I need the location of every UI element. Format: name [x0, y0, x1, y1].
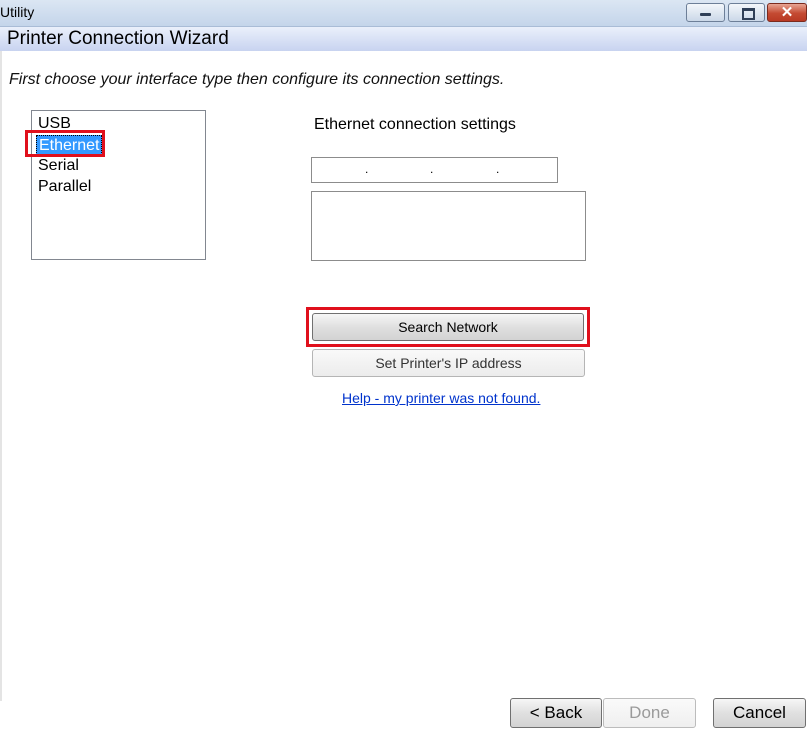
ip-separator: . — [430, 162, 434, 176]
help-link[interactable]: Help - my printer was not found. — [342, 390, 540, 406]
cancel-button[interactable]: Cancel — [713, 698, 806, 728]
minimize-button[interactable] — [686, 3, 725, 22]
interface-item-serial[interactable]: Serial — [36, 156, 81, 176]
ip-separator: . — [496, 162, 500, 176]
wizard-header: Printer Connection Wizard — [0, 27, 807, 51]
search-highlight-box — [306, 307, 590, 347]
maximize-button[interactable] — [728, 3, 765, 22]
instruction-text: First choose your interface type then co… — [9, 71, 505, 88]
title-bar: Utility ✕ — [0, 0, 807, 27]
done-button[interactable]: Done — [603, 698, 696, 728]
ip-separator: . — [365, 162, 369, 176]
set-ip-address-button[interactable]: Set Printer's IP address — [312, 349, 585, 377]
maximize-icon — [742, 8, 755, 20]
ethernet-settings-label: Ethernet connection settings — [314, 116, 516, 133]
back-button[interactable]: < Back — [510, 698, 602, 728]
left-divider — [0, 51, 2, 701]
printer-info-box[interactable] — [311, 191, 586, 261]
interface-item-parallel[interactable]: Parallel — [36, 177, 93, 197]
ip-address-field[interactable]: . . . — [311, 157, 558, 183]
close-button[interactable]: ✕ — [767, 3, 807, 22]
page-title: Printer Connection Wizard — [7, 28, 229, 49]
ethernet-highlight-box — [25, 130, 105, 157]
minimize-icon — [700, 13, 711, 16]
close-icon: ✕ — [780, 4, 794, 21]
window-title: Utility — [0, 4, 35, 20]
